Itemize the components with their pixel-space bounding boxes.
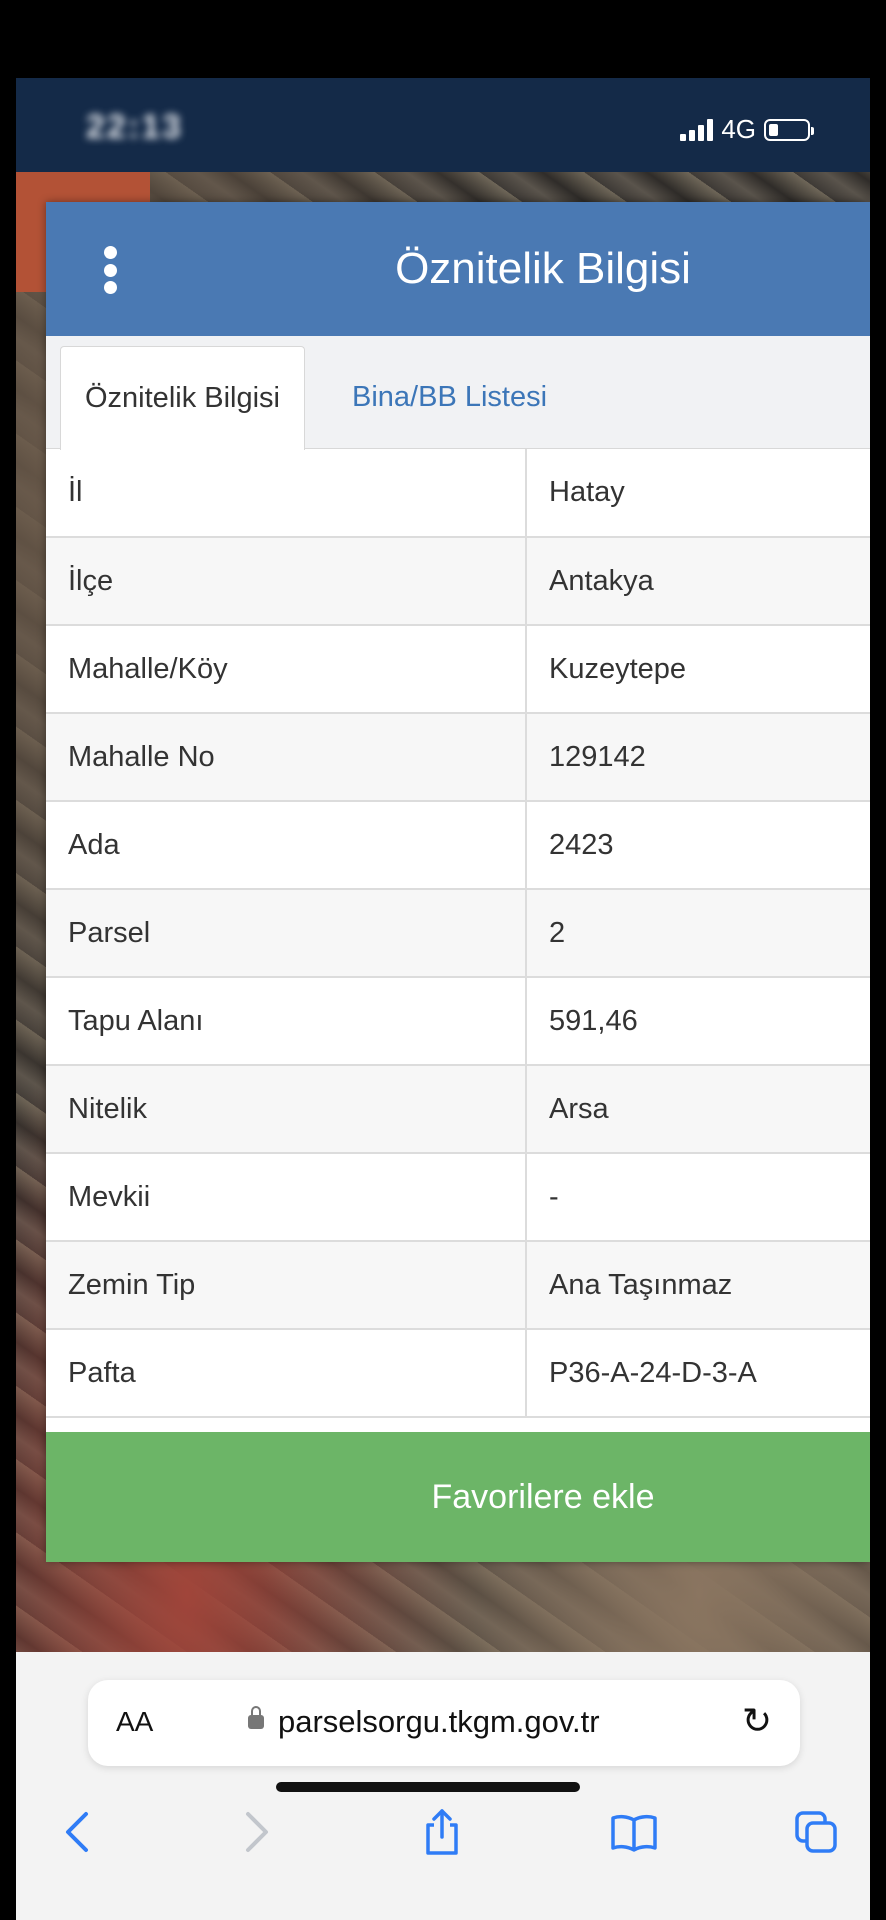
battery-icon (764, 118, 814, 141)
status-bar: 22:13 4G (16, 78, 870, 172)
text-size-label: AA (116, 1706, 154, 1737)
network-label: 4G (721, 114, 756, 144)
forward-icon[interactable] (228, 1802, 288, 1862)
panel-header: Öznitelik Bilgisi (46, 202, 870, 336)
tab-building-list[interactable]: Bina/BB Listesi (328, 346, 571, 448)
row-value: Arsa (526, 1065, 870, 1154)
row-value: Ana Taşınmaz (526, 1241, 870, 1330)
status-time: 22:13 (86, 108, 183, 146)
row-value: 591,46 (526, 977, 870, 1066)
panel-title: Öznitelik Bilgisi (395, 244, 691, 293)
tab-attribute-info[interactable]: Öznitelik Bilgisi (60, 346, 305, 450)
table-row: Ada 2423 (46, 801, 870, 890)
table-row: Mahalle/Köy Kuzeytepe (46, 625, 870, 714)
row-value: Kuzeytepe (526, 625, 870, 714)
row-value: - (526, 1153, 870, 1242)
row-key: Pafta (46, 1329, 527, 1418)
table-row: Pafta P36-A-24-D-3-A (46, 1329, 870, 1418)
attribute-panel: Öznitelik Bilgisi Öznitelik Bilgisi Bina… (46, 202, 870, 1562)
reload-icon[interactable]: ↻ (742, 1700, 772, 1742)
table-row: Tapu Alanı 591,46 (46, 977, 870, 1066)
browser-toolbar (16, 1802, 870, 1882)
tab-bar: Öznitelik Bilgisi Bina/BB Listesi (46, 336, 870, 450)
status-indicators: 4G (680, 114, 814, 145)
row-value: Hatay (526, 449, 870, 538)
table-row: Zemin Tip Ana Taşınmaz (46, 1241, 870, 1330)
attribute-table: İl Hatay İlçe Antakya Mahalle/Köy Kuzeytepe… (46, 449, 870, 1418)
url-display[interactable]: parselsorgu.tkgm.gov.tr (248, 1704, 600, 1740)
row-key: Mahalle/Köy (46, 625, 527, 714)
lock-icon (248, 1706, 264, 1729)
phone-screen: 22:13 4G Öznitelik Bilgisi Öznitelik Bil… (16, 78, 870, 1920)
table-row: Mahalle No 129142 (46, 713, 870, 802)
home-indicator[interactable] (276, 1782, 580, 1792)
row-value: 129142 (526, 713, 870, 802)
row-key: Nitelik (46, 1065, 527, 1154)
row-key: Ada (46, 801, 527, 890)
row-value: Antakya (526, 537, 870, 626)
row-value: 2 (526, 889, 870, 978)
row-key: Parsel (46, 889, 527, 978)
table-row: Nitelik Arsa (46, 1065, 870, 1154)
signal-icon (680, 118, 714, 141)
row-value: P36-A-24-D-3-A (526, 1329, 870, 1418)
add-to-favorites-button[interactable]: Favorilere ekle (46, 1432, 870, 1562)
row-key: Mevkii (46, 1153, 527, 1242)
back-icon[interactable] (46, 1802, 106, 1862)
tabs-icon[interactable] (786, 1802, 846, 1862)
table-row: Parsel 2 (46, 889, 870, 978)
row-key: Tapu Alanı (46, 977, 527, 1066)
table-row: Mevkii - (46, 1153, 870, 1242)
text-size-button[interactable]: AA (116, 1706, 153, 1738)
table-row: İl Hatay (46, 449, 870, 538)
bookmarks-icon[interactable] (604, 1802, 664, 1862)
row-key: Mahalle No (46, 713, 527, 802)
table-row: İlçe Antakya (46, 537, 870, 626)
row-key: Zemin Tip (46, 1241, 527, 1330)
row-key: İl (46, 449, 527, 538)
row-value: 2423 (526, 801, 870, 890)
share-icon[interactable] (412, 1802, 472, 1862)
row-key: İlçe (46, 537, 527, 626)
url-bar[interactable]: AA parselsorgu.tkgm.gov.tr ↻ (88, 1680, 800, 1766)
url-text: parselsorgu.tkgm.gov.tr (278, 1704, 600, 1739)
